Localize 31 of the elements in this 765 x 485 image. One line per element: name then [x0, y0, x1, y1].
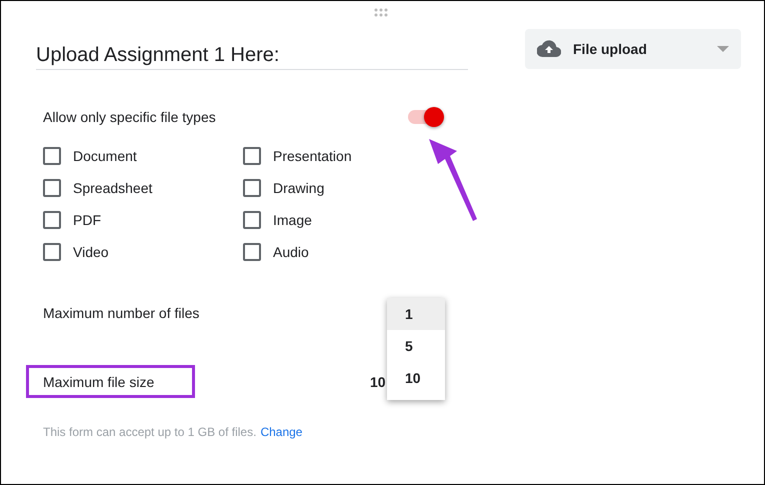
checkbox-label: Video [73, 244, 109, 260]
checkbox-label: Spreadsheet [73, 180, 152, 196]
setting-label: Maximum number of files [43, 305, 200, 321]
setting-label: Maximum file size [43, 374, 154, 390]
checkbox-label: Document [73, 148, 137, 164]
checkbox-label: Drawing [273, 180, 324, 196]
menu-item[interactable]: 5 [387, 330, 445, 362]
change-link[interactable]: Change [260, 425, 302, 439]
caret-icon [717, 46, 729, 52]
checkbox[interactable] [243, 243, 261, 261]
footer-text: This form can accept up to 1 GB of files. [43, 425, 256, 439]
question-title-field[interactable]: Upload Assignment 1 Here: [36, 29, 468, 70]
checkbox[interactable] [243, 179, 261, 197]
checkbox-label: PDF [73, 212, 101, 228]
checkbox[interactable] [243, 211, 261, 229]
checkbox[interactable] [43, 211, 61, 229]
menu-item[interactable]: 1 [387, 298, 445, 330]
toggle-switch[interactable] [406, 107, 444, 127]
checkbox[interactable] [243, 147, 261, 165]
file-size-value[interactable]: 10 [370, 374, 386, 390]
question-type-dropdown[interactable]: File upload [525, 29, 741, 69]
checkbox[interactable] [43, 179, 61, 197]
checkbox[interactable] [43, 243, 61, 261]
checkbox-label: Image [273, 212, 312, 228]
setting-label: Allow only specific file types [43, 109, 216, 125]
checkbox-label: Audio [273, 244, 309, 260]
drag-handle-icon[interactable] [374, 8, 390, 18]
checkbox-label: Presentation [273, 148, 352, 164]
cloud-upload-icon [537, 40, 561, 58]
menu-item[interactable]: 10 [387, 362, 445, 394]
checkbox[interactable] [43, 147, 61, 165]
